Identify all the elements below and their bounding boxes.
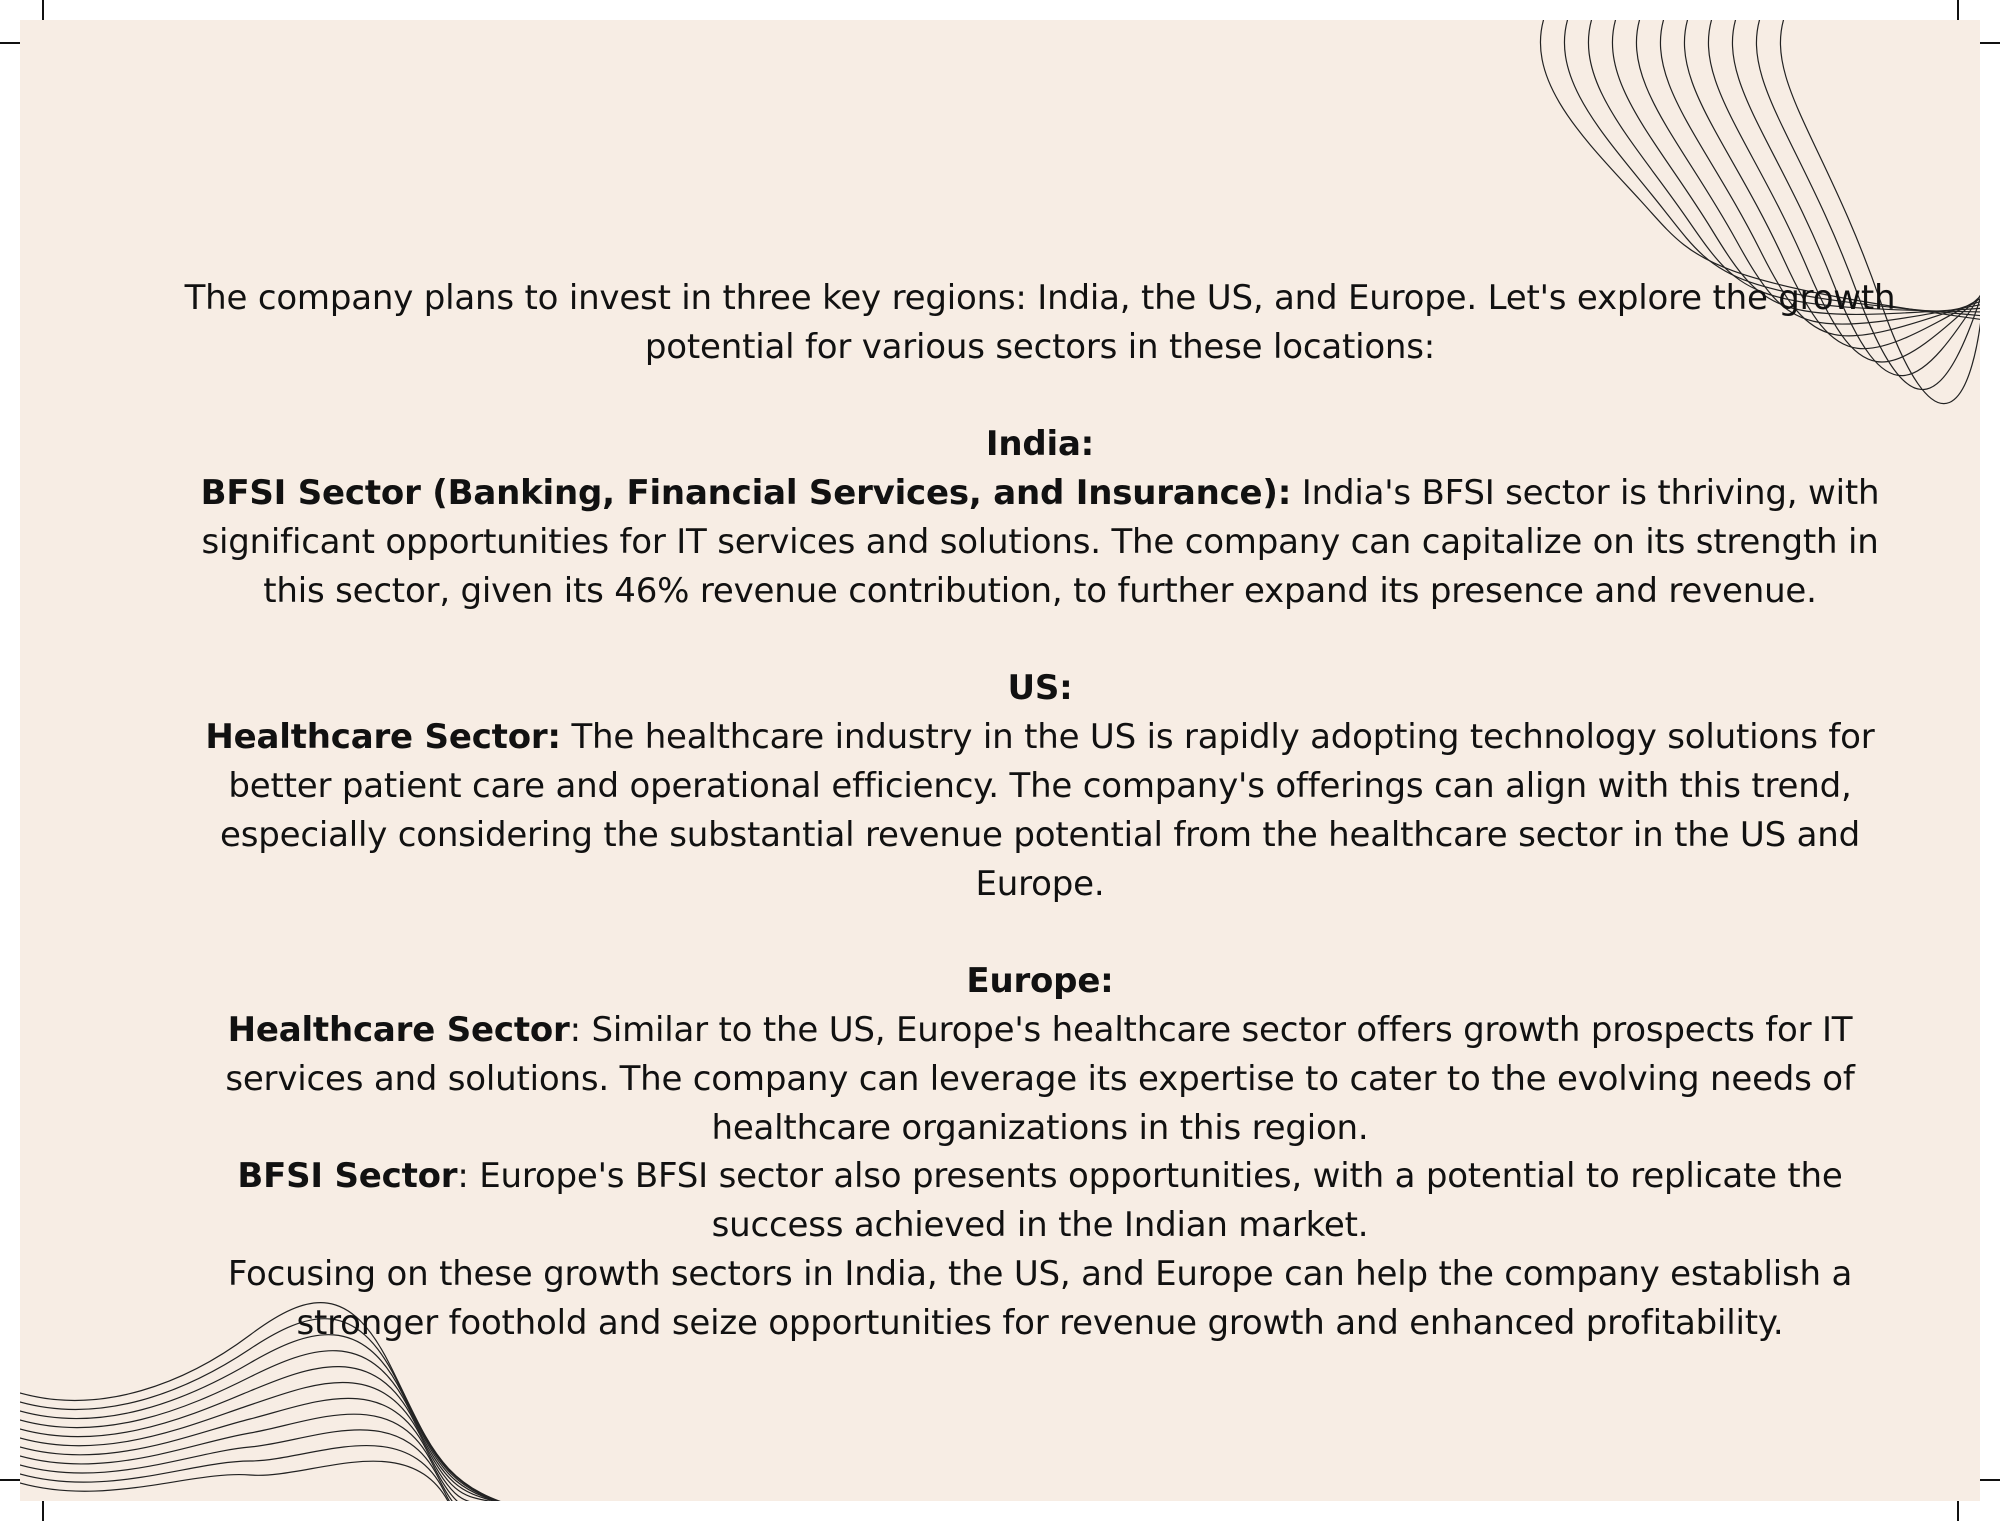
crop-mark-bottom-right-h: [1980, 1479, 2000, 1481]
crop-mark-top-left-v: [42, 0, 44, 20]
europe-bfsi-paragraph: BFSI Sector: Europe's BFSI sector also p…: [180, 1152, 1900, 1250]
wave-line: [20, 1350, 498, 1501]
crop-mark-top-left-h: [0, 42, 20, 44]
europe-heading: Europe:: [966, 961, 1114, 1002]
us-sector-label: Healthcare Sector:: [205, 717, 561, 758]
india-sector-label: BFSI Sector (Banking, Financial Services…: [200, 473, 1292, 514]
us-heading: US:: [1007, 668, 1073, 709]
india-heading: India:: [985, 424, 1095, 465]
crop-mark-bottom-left-v: [42, 1501, 44, 1521]
europe-healthcare-paragraph: Healthcare Sector: Similar to the US, Eu…: [180, 1006, 1900, 1152]
document-page: The company plans to invest in three key…: [20, 20, 1980, 1501]
wave-line: [20, 1460, 449, 1501]
europe-bfsi-text: : Europe's BFSI sector also presents opp…: [457, 1156, 1843, 1246]
europe-bfsi-label: BFSI Sector: [237, 1156, 458, 1197]
conclusion-paragraph: Focusing on these growth sectors in Indi…: [227, 1253, 1853, 1343]
wave-line: [1587, 20, 1980, 313]
document-body: The company plans to invest in three key…: [180, 274, 1900, 1348]
europe-healthcare-label: Healthcare Sector: [227, 1009, 570, 1050]
crop-mark-bottom-right-v: [1957, 1501, 1959, 1521]
us-paragraph: Healthcare Sector: The healthcare indust…: [180, 713, 1900, 908]
wave-line: [20, 1397, 471, 1501]
wave-line: [20, 1381, 492, 1501]
intro-paragraph: The company plans to invest in three key…: [184, 278, 1896, 367]
crop-mark-top-right-h: [1980, 42, 2000, 44]
wave-line: [1611, 20, 1980, 316]
crop-mark-bottom-left-h: [0, 1479, 20, 1481]
wave-line: [1563, 20, 1980, 317]
india-paragraph: BFSI Sector (Banking, Financial Services…: [180, 469, 1900, 615]
wave-line: [20, 1366, 496, 1501]
crop-mark-top-right-v: [1957, 0, 1959, 20]
